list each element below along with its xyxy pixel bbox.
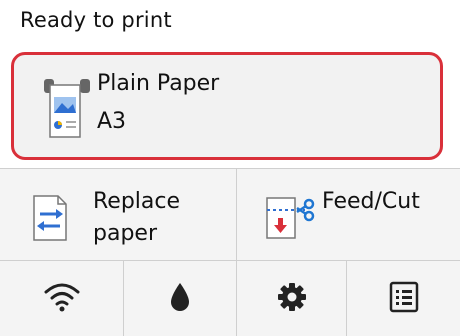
replace-paper-button[interactable]: Replace paper bbox=[0, 168, 236, 260]
paper-size-label: A3 bbox=[97, 109, 127, 134]
gear-icon bbox=[276, 281, 308, 317]
paper-roll-icon bbox=[40, 77, 94, 141]
settings-button[interactable] bbox=[237, 261, 346, 336]
replace-paper-icon bbox=[30, 194, 70, 242]
status-bar: Ready to print bbox=[0, 0, 460, 48]
menu-button[interactable] bbox=[347, 261, 460, 336]
feed-cut-button[interactable]: Feed/Cut bbox=[237, 168, 460, 260]
list-icon bbox=[389, 281, 419, 317]
replace-paper-label: Replace paper bbox=[93, 189, 181, 246]
status-text: Ready to print bbox=[20, 8, 172, 32]
wifi-icon bbox=[44, 282, 80, 316]
paper-settings-button[interactable]: Plain Paper A3 bbox=[11, 52, 443, 160]
ink-drop-icon bbox=[169, 281, 191, 317]
paper-type-label: Plain Paper bbox=[97, 71, 220, 96]
ink-button[interactable] bbox=[124, 261, 236, 336]
feed-cut-label: Feed/Cut bbox=[322, 189, 420, 214]
feed-cut-icon bbox=[265, 192, 317, 240]
wifi-button[interactable] bbox=[0, 261, 123, 336]
